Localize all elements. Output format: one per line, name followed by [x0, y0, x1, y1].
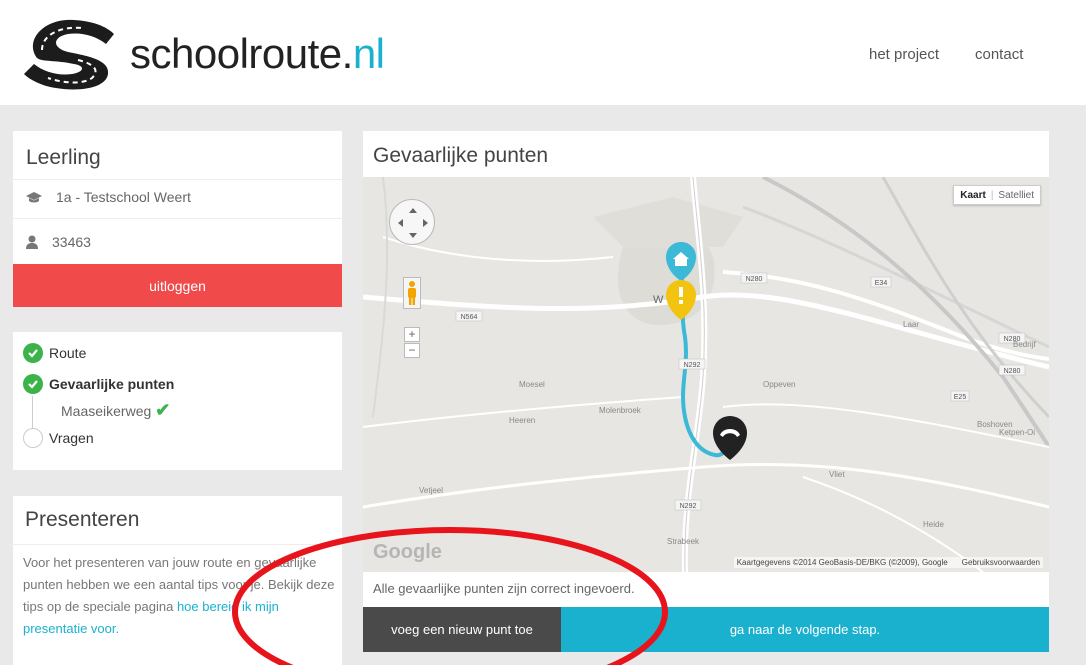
- empty-circle-icon: [23, 428, 43, 448]
- road-label: N292: [684, 362, 701, 369]
- logo-icon[interactable]: [22, 12, 122, 92]
- checkmark-icon: ✔: [155, 400, 171, 420]
- map-type-kaart[interactable]: Kaart: [960, 190, 986, 201]
- student-row: 33463: [26, 234, 91, 250]
- step-route[interactable]: Route: [23, 343, 86, 363]
- check-circle-icon: [23, 374, 43, 394]
- attribution-text: Kaartgegevens ©2014 GeoBasis-DE/BKG (©20…: [736, 558, 948, 567]
- school-row: 1a - Testschool Weert: [26, 189, 191, 205]
- google-logo[interactable]: Google: [373, 541, 442, 564]
- divider: [13, 179, 342, 180]
- step-gevaarlijke-punten[interactable]: Gevaarlijke punten: [23, 374, 174, 394]
- step-route-label: Route: [49, 345, 87, 361]
- student-id: 33463: [52, 234, 91, 250]
- place-label: Laar: [903, 320, 919, 329]
- place-label: Vetjeel: [419, 486, 443, 495]
- leerling-panel: Leerling 1a - Testschool Weert 33463 uit…: [13, 131, 342, 307]
- presenteren-panel: Presenteren Voor het presenteren van jou…: [13, 496, 342, 665]
- substep-maaseikerweg[interactable]: Maaseikerweg ✔: [61, 400, 170, 421]
- road-label: N564: [461, 314, 478, 321]
- nav-contact[interactable]: contact: [975, 46, 1023, 63]
- place-label-weert: W: [653, 294, 664, 306]
- presenteren-title: Presenteren: [25, 508, 140, 531]
- pegman-icon[interactable]: [403, 277, 421, 309]
- place-label: Moesel: [519, 380, 545, 389]
- divider: [13, 218, 342, 219]
- zoom-in-button[interactable]: +: [404, 327, 420, 342]
- map-canvas[interactable]: N564 N280 N292 N292 E34 N280 E25 N280 Mo…: [363, 177, 1049, 572]
- map-type-toggle[interactable]: Kaart | Satelliet: [953, 185, 1041, 205]
- place-label: Vliet: [829, 470, 845, 479]
- site-header: schoolroute.nl het project contact: [0, 0, 1086, 105]
- divider: [13, 544, 342, 545]
- map-type-satelliet[interactable]: Satelliet: [998, 190, 1034, 201]
- step-vragen-label: Vragen: [49, 430, 94, 446]
- step-gevaarlijke-punten-label: Gevaarlijke punten: [49, 376, 175, 392]
- gevaarlijke-punten-panel: Gevaarlijke punten N564 N280 N292 N292 E…: [363, 131, 1049, 652]
- place-label: Oppeven: [763, 380, 795, 389]
- pan-arrows-icon[interactable]: [390, 200, 436, 246]
- road-label: E25: [954, 394, 967, 401]
- presenteren-text: Voor het presenteren van jouw route en g…: [23, 555, 335, 636]
- terms-link[interactable]: Gebruiksvoorwaarden: [962, 558, 1040, 567]
- user-icon: [26, 235, 38, 249]
- road-label: E34: [875, 280, 888, 287]
- place-label: Ketpen-Oi: [999, 428, 1035, 437]
- road-label: N280: [746, 276, 763, 283]
- place-label: Bedrijf: [1013, 340, 1036, 349]
- nav-het-project[interactable]: het project: [869, 46, 939, 63]
- step-vragen[interactable]: Vragen: [23, 428, 94, 448]
- place-label: Strabeek: [667, 537, 700, 546]
- road-label: N280: [1004, 368, 1021, 375]
- next-step-button[interactable]: ga naar de volgende stap.: [561, 607, 1049, 652]
- zoom-out-button[interactable]: −: [404, 343, 420, 358]
- leerling-title: Leerling: [26, 146, 101, 169]
- place-label: Heide: [923, 520, 944, 529]
- school-name: 1a - Testschool Weert: [56, 189, 191, 205]
- logout-button[interactable]: uitloggen: [13, 264, 342, 307]
- pan-control[interactable]: [389, 199, 435, 245]
- brand-name[interactable]: schoolroute.nl: [130, 30, 385, 78]
- separator: |: [990, 189, 994, 201]
- road-label: N292: [680, 503, 697, 510]
- substep-label: Maaseikerweg: [61, 402, 152, 419]
- check-circle-icon: [23, 343, 43, 363]
- graduation-cap-icon: [26, 192, 42, 203]
- place-label: Heeren: [509, 416, 535, 425]
- gevaarlijke-punten-title: Gevaarlijke punten: [373, 144, 549, 167]
- place-label: Molenbroek: [599, 406, 642, 415]
- map-attribution: Kaartgegevens ©2014 GeoBasis-DE/BKG (©20…: [733, 557, 1043, 568]
- status-message: Alle gevaarlijke punten zijn correct ing…: [373, 581, 635, 596]
- map-view[interactable]: N564 N280 N292 N292 E34 N280 E25 N280 Mo…: [363, 177, 1049, 572]
- add-point-button[interactable]: voeg een nieuw punt toe: [363, 607, 561, 652]
- steps-panel: Route Gevaarlijke punten Maaseikerweg ✔ …: [13, 332, 342, 470]
